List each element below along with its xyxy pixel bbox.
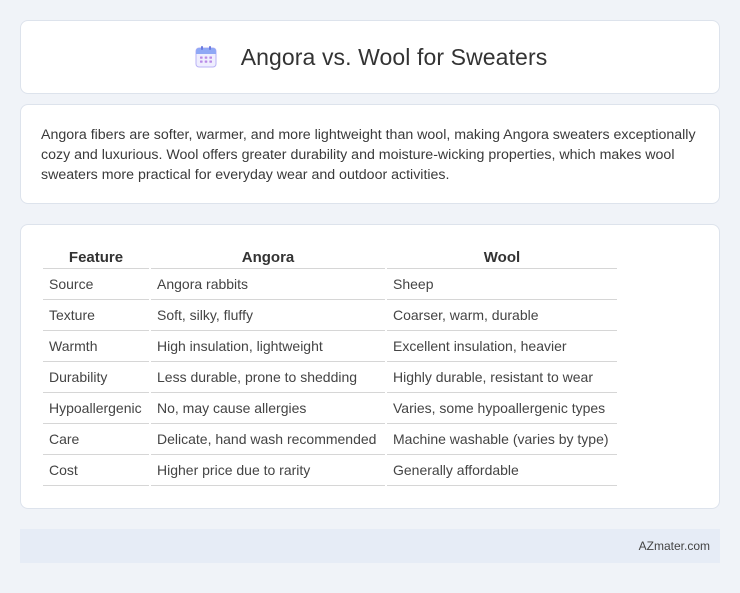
header: Angora vs. Wool for Sweaters	[193, 44, 548, 71]
table-row: Hypoallergenic No, may cause allergies V…	[43, 393, 617, 424]
angora-cell: Soft, silky, fluffy	[151, 300, 385, 331]
angora-cell: No, may cause allergies	[151, 393, 385, 424]
wool-cell: Excellent insulation, heavier	[387, 331, 617, 362]
table-row: Durability Less durable, prone to sheddi…	[43, 362, 617, 393]
wool-cell: Coarser, warm, durable	[387, 300, 617, 331]
angora-cell: Higher price due to rarity	[151, 455, 385, 486]
footer: AZmater.com	[20, 529, 720, 563]
wool-cell: Sheep	[387, 269, 617, 300]
column-header-feature: Feature	[43, 247, 149, 269]
wool-cell: Highly durable, resistant to wear	[387, 362, 617, 393]
feature-cell: Texture	[43, 300, 149, 331]
footer-brand: AZmater.com	[638, 539, 710, 553]
table-row: Warmth High insulation, lightweight Exce…	[43, 331, 617, 362]
feature-cell: Cost	[43, 455, 149, 486]
table-row: Texture Soft, silky, fluffy Coarser, war…	[43, 300, 617, 331]
table-row: Care Delicate, hand wash recommended Mac…	[43, 424, 617, 455]
calendar-icon	[195, 46, 217, 68]
angora-cell: Delicate, hand wash recommended	[151, 424, 385, 455]
column-header-wool: Wool	[387, 247, 617, 269]
angora-cell: High insulation, lightweight	[151, 331, 385, 362]
wool-cell: Machine washable (varies by type)	[387, 424, 617, 455]
page-title: Angora vs. Wool for Sweaters	[240, 43, 548, 70]
feature-cell: Care	[43, 424, 149, 455]
feature-cell: Warmth	[43, 331, 149, 362]
summary-card: Angora fibers are softer, warmer, and mo…	[20, 104, 720, 204]
table-header-row: Feature Angora Wool	[43, 247, 617, 269]
wool-cell: Varies, some hypoallergenic types	[387, 393, 617, 424]
summary-text: Angora fibers are softer, warmer, and mo…	[41, 127, 696, 183]
feature-cell: Hypoallergenic	[43, 393, 149, 424]
table-row: Cost Higher price due to rarity Generall…	[43, 455, 617, 486]
comparison-table: Feature Angora Wool Source Angora rabbit…	[41, 247, 619, 486]
angora-cell: Angora rabbits	[151, 269, 385, 300]
feature-cell: Durability	[43, 362, 149, 393]
comparison-table-card: Feature Angora Wool Source Angora rabbit…	[20, 224, 720, 509]
column-header-angora: Angora	[151, 247, 385, 269]
header-card: Angora vs. Wool for Sweaters	[20, 20, 720, 94]
angora-cell: Less durable, prone to shedding	[151, 362, 385, 393]
wool-cell: Generally affordable	[387, 455, 617, 486]
table-row: Source Angora rabbits Sheep	[43, 269, 617, 300]
feature-cell: Source	[43, 269, 149, 300]
